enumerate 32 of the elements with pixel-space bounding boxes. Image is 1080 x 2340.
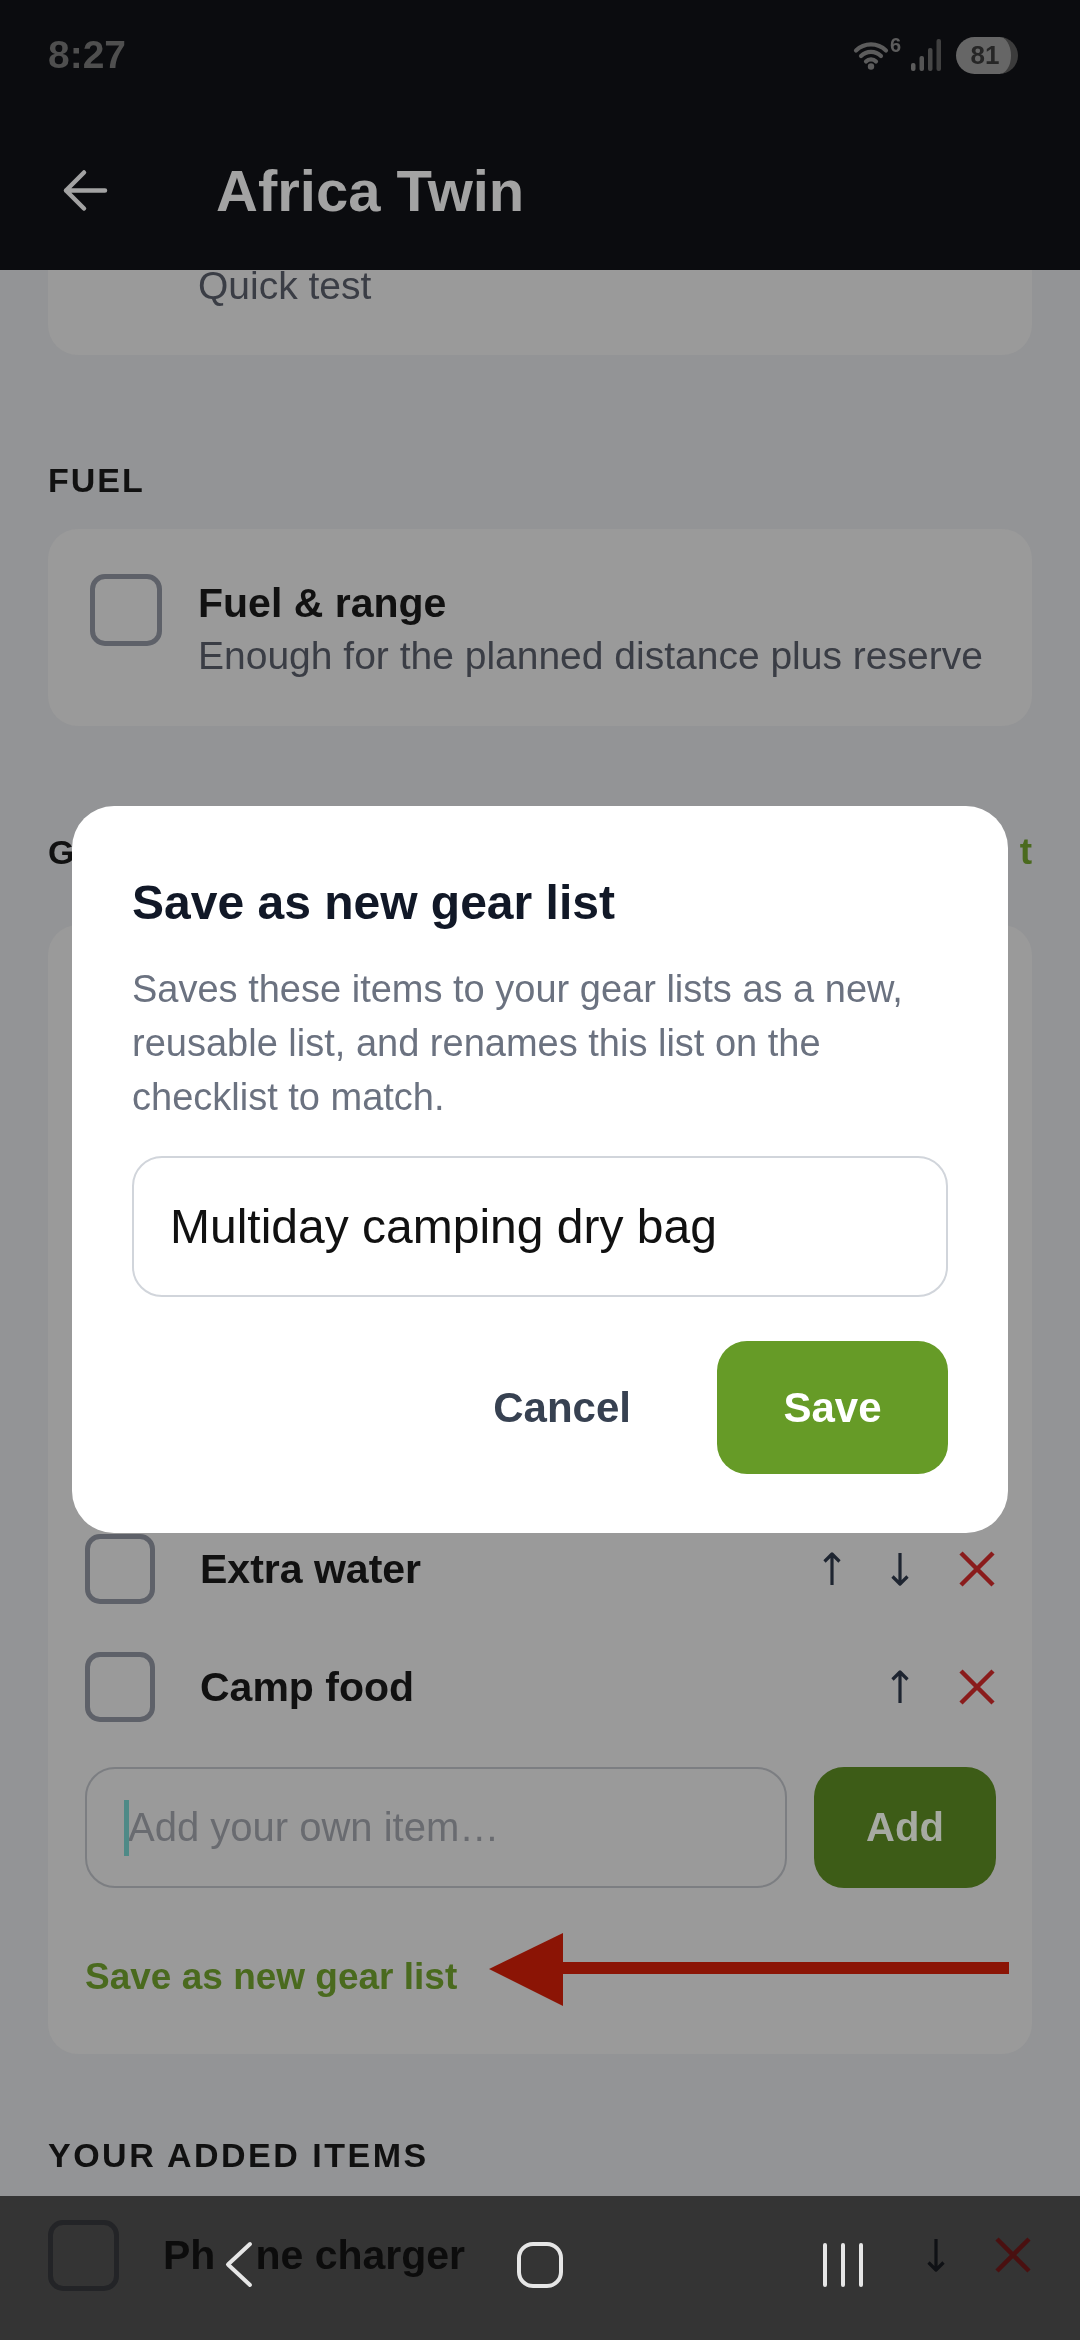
add-button[interactable]: Add bbox=[814, 1767, 996, 1888]
checkbox[interactable] bbox=[85, 1652, 155, 1722]
item-title: Extra water bbox=[200, 1545, 422, 1594]
section-title: G bbox=[48, 832, 77, 873]
signal-icon bbox=[910, 39, 942, 71]
item-title: Fuel & range bbox=[198, 579, 448, 628]
wifi-label: 6 bbox=[889, 35, 901, 55]
section-title: FUEL bbox=[48, 460, 146, 501]
home-icon[interactable] bbox=[517, 2241, 563, 2288]
item-subtitle: Enough for the planned distance plus reserve bbox=[198, 633, 983, 679]
section-link[interactable]: t bbox=[1019, 830, 1032, 874]
item-subtitle: Quick test bbox=[198, 270, 372, 307]
back-icon[interactable] bbox=[224, 2241, 253, 2288]
cancel-button[interactable]: Cancel bbox=[469, 1341, 655, 1474]
arrow-up-icon[interactable] bbox=[890, 1669, 910, 1705]
item-title: Camp food bbox=[200, 1663, 415, 1712]
save-gear-list-link[interactable]: Save as new gear list bbox=[85, 1953, 458, 2001]
arrow-up-icon[interactable] bbox=[822, 1551, 842, 1587]
checkbox[interactable] bbox=[90, 574, 162, 646]
section-title: YOUR ADDED ITEMS bbox=[48, 2135, 430, 2176]
wifi-icon bbox=[852, 40, 889, 70]
screen-title: Africa Twin bbox=[216, 156, 525, 224]
recents-icon[interactable] bbox=[823, 2242, 863, 2287]
arrow-down-icon[interactable] bbox=[890, 1551, 910, 1587]
status-time: 8:27 bbox=[48, 33, 127, 77]
save-button[interactable]: Save bbox=[717, 1341, 948, 1474]
dialog-message: Saves these items to your gear lists as a new, reusable list, and renames this list on the checklist to match. bbox=[132, 967, 904, 1120]
battery-indicator: 81 bbox=[956, 36, 1018, 74]
cross-icon[interactable] bbox=[958, 1550, 996, 1588]
list-name-field[interactable]: Multiday camping dry bag bbox=[132, 1156, 948, 1297]
dialog-title: Save as new gear list bbox=[132, 875, 616, 931]
cross-icon[interactable] bbox=[958, 1668, 996, 1706]
